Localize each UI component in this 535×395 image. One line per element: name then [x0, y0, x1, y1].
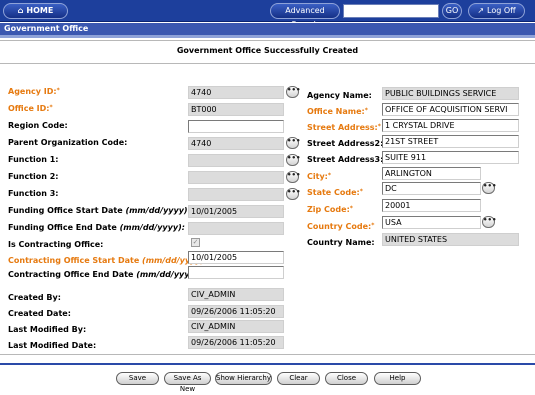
- city-label: City:*: [307, 172, 331, 181]
- funding-end-field: [188, 222, 284, 235]
- save-button[interactable]: Save: [116, 372, 159, 385]
- region-code-input[interactable]: [188, 120, 284, 133]
- created-by-label: Created By:: [8, 293, 61, 302]
- created-date-field: 09/26/2006 11:05:20: [188, 305, 284, 318]
- function2-field: [188, 171, 284, 184]
- logoff-button[interactable]: ↗ Log Off: [468, 3, 525, 19]
- agency-id-label: Agency ID:*: [8, 87, 60, 96]
- last-modified-by-field: CIV_ADMIN: [188, 320, 284, 333]
- show-hierarchy-button[interactable]: Show Hierarchy: [215, 372, 272, 385]
- created-by-field: CIV_ADMIN: [188, 288, 284, 301]
- street3-input[interactable]: SUITE 911: [382, 151, 519, 164]
- agency-name-field: PUBLIC BUILDINGS SERVICE: [382, 87, 519, 100]
- funding-start-field: 10/01/2005: [188, 205, 284, 218]
- parent-org-lookup-button[interactable]: •••: [286, 137, 300, 149]
- last-modified-by-label: Last Modified By:: [8, 325, 87, 334]
- clear-button[interactable]: Clear: [277, 372, 320, 385]
- country-code-input[interactable]: USA: [382, 216, 481, 229]
- zip-code-label: Zip Code:*: [307, 205, 353, 214]
- advanced-search-button[interactable]: Advanced Search: [270, 3, 340, 29]
- street1-input[interactable]: 1 CRYSTAL DRIVE: [382, 119, 519, 132]
- close-button[interactable]: Close: [325, 372, 368, 385]
- home-button[interactable]: ⌂ HOME: [3, 3, 68, 19]
- agency-name-label: Agency Name:: [307, 91, 372, 100]
- function1-field: [188, 154, 284, 167]
- region-code-label: Region Code:: [8, 121, 68, 130]
- function3-field: [188, 188, 284, 201]
- help-button[interactable]: Help: [374, 372, 421, 385]
- is-contracting-label: Is Contracting Office:: [8, 240, 104, 249]
- street2-input[interactable]: 21ST STREET: [382, 135, 519, 148]
- divider: [0, 63, 535, 64]
- is-contracting-checkbox[interactable]: ✓: [191, 238, 200, 247]
- logoff-button-label: Log Off: [487, 6, 516, 15]
- last-modified-date-label: Last Modified Date:: [8, 341, 97, 350]
- contracting-start-input[interactable]: 10/01/2005: [188, 251, 284, 264]
- state-lookup-button[interactable]: •••: [482, 182, 496, 194]
- divider: [0, 354, 535, 355]
- state-code-label: State Code:*: [307, 188, 363, 197]
- home-icon: ⌂: [17, 6, 24, 15]
- parent-org-code-label: Parent Organization Code:: [8, 138, 128, 147]
- divider: [0, 363, 535, 365]
- street2-label: Street Address2:: [307, 139, 384, 148]
- contracting-start-label: Contracting Office Start Date (mm/dd/yyy…: [8, 256, 211, 265]
- arrow-icon: ↗: [477, 6, 485, 15]
- function1-lookup-button[interactable]: •••: [286, 154, 300, 166]
- divider: [0, 40, 535, 41]
- contracting-end-input[interactable]: [188, 266, 284, 279]
- go-button[interactable]: GO: [442, 3, 462, 19]
- section-title: Government Office: [0, 23, 535, 38]
- agency-id-field: 4740: [188, 86, 284, 99]
- function2-lookup-button[interactable]: •••: [286, 171, 300, 183]
- country-name-field: UNITED STATES: [382, 233, 519, 246]
- office-id-field: BT000: [188, 103, 284, 116]
- country-code-label: Country Code:*: [307, 222, 375, 231]
- funding-start-label: Funding Office Start Date (mm/dd/yyyy):: [8, 206, 191, 215]
- function3-lookup-button[interactable]: •••: [286, 188, 300, 200]
- street1-label: Street Address:*: [307, 123, 381, 132]
- function3-label: Function 3:: [8, 189, 59, 198]
- zip-code-input[interactable]: 20001: [382, 199, 481, 212]
- function1-label: Function 1:: [8, 155, 59, 164]
- office-name-input[interactable]: OFFICE OF ACQUISITION SERVI: [382, 103, 519, 116]
- agency-id-lookup-button[interactable]: •••: [286, 86, 300, 98]
- save-as-new-button[interactable]: Save As New: [164, 372, 211, 393]
- country-name-label: Country Name:: [307, 238, 375, 247]
- created-date-label: Created Date:: [8, 309, 71, 318]
- office-name-label: Office Name:*: [307, 107, 368, 116]
- function2-label: Function 2:: [8, 172, 59, 181]
- top-nav-bar: ⌂HOME Advanced Search GO ↗Log Off: [0, 0, 535, 29]
- office-id-label: Office ID:*: [8, 104, 53, 113]
- country-lookup-button[interactable]: •••: [482, 216, 496, 228]
- parent-org-code-field: 4740: [188, 137, 284, 150]
- state-code-input[interactable]: DC: [382, 182, 481, 195]
- success-message: Government Office Successfully Created: [176, 46, 359, 55]
- contracting-end-label: Contracting Office End Date (mm/dd/yyyy)…: [8, 270, 202, 279]
- last-modified-date-field: 09/26/2006 11:05:20: [188, 336, 284, 349]
- city-input[interactable]: ARLINGTON: [382, 167, 481, 180]
- funding-end-label: Funding Office End Date (mm/dd/yyyy):: [8, 223, 185, 232]
- street3-label: Street Address3:: [307, 155, 384, 164]
- search-input[interactable]: [343, 4, 439, 18]
- home-button-label: HOME: [26, 6, 54, 15]
